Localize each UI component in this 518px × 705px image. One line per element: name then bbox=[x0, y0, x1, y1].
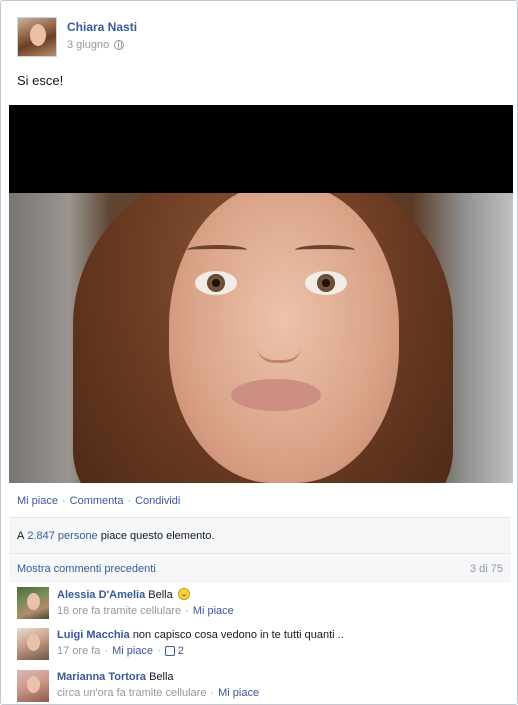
comment-time: 17 ore fa bbox=[57, 645, 101, 657]
photo-brow-left bbox=[187, 245, 247, 255]
comment-item: Alessia D'Amelia Bella 18 ore fa tramite… bbox=[9, 587, 511, 619]
photo-nose bbox=[257, 323, 301, 363]
post-header: Chiara Nasti 3 giugno bbox=[17, 17, 137, 57]
comment-likes-count[interactable]: 2 bbox=[164, 645, 184, 657]
avatar-face bbox=[30, 24, 46, 46]
photo-eye-right bbox=[305, 271, 347, 295]
comment-meta: circa un'ora fa tramite cellulare · Mi pia… bbox=[57, 687, 259, 699]
comment-like-link[interactable]: Mi piace bbox=[112, 645, 153, 657]
commenter-avatar[interactable] bbox=[17, 670, 49, 702]
photo-brow-right bbox=[295, 245, 355, 255]
separator: · bbox=[127, 495, 132, 507]
comment-counter: 3 di 75 bbox=[469, 562, 503, 575]
comment-link[interactable]: Commenta bbox=[70, 495, 124, 507]
post-meta: 3 giugno bbox=[67, 39, 137, 51]
photo-eye-left bbox=[195, 271, 237, 295]
comment-text: Bella bbox=[149, 671, 174, 683]
commenter-name-link[interactable]: Alessia D'Amelia bbox=[57, 589, 145, 601]
comment-item: Luigi Macchia non capisco cosa vedono in… bbox=[9, 628, 511, 660]
post-date-link[interactable]: 3 giugno bbox=[67, 39, 109, 51]
author-avatar[interactable] bbox=[17, 17, 57, 57]
photo-lips bbox=[231, 379, 321, 411]
commenter-name-link[interactable]: Luigi Macchia bbox=[57, 629, 130, 641]
separator: · bbox=[185, 605, 189, 617]
like-link[interactable]: Mi piace bbox=[17, 495, 58, 507]
comment-likes-number: 2 bbox=[177, 645, 184, 657]
comment-like-link[interactable]: Mi piace bbox=[218, 687, 259, 699]
comment-body: Marianna Tortora Bella circa un'ora fa t… bbox=[57, 670, 259, 702]
photo-image bbox=[9, 193, 513, 483]
likes-suffix: piace questo elemento. bbox=[100, 529, 215, 542]
feedback-area: A 2.847 persone piace questo elemento. M… bbox=[9, 517, 511, 583]
smile-icon bbox=[177, 588, 190, 600]
commenter-avatar[interactable] bbox=[17, 628, 49, 660]
separator: · bbox=[61, 495, 66, 507]
comment-meta: 18 ore fa tramite cellulare · Mi piace bbox=[57, 605, 234, 617]
comment-item: Marianna Tortora Bella circa un'ora fa t… bbox=[9, 670, 511, 702]
post-photo[interactable] bbox=[9, 105, 513, 483]
post-actions: Mi piace · Commenta · Condividi bbox=[17, 495, 180, 507]
comment-time: circa un'ora fa tramite cellulare bbox=[57, 687, 207, 699]
feed-post: Chiara Nasti 3 giugno Si esce! Mi piace ·… bbox=[0, 0, 518, 705]
avatar-face bbox=[27, 676, 40, 693]
comment-meta: 17 ore fa · Mi piace · 2 bbox=[57, 645, 344, 657]
commenter-avatar[interactable] bbox=[17, 587, 49, 619]
comment-body: Luigi Macchia non capisco cosa vedono in… bbox=[57, 628, 344, 660]
globe-icon[interactable] bbox=[114, 40, 125, 50]
comment-text: Bella bbox=[148, 589, 173, 601]
separator: · bbox=[104, 645, 109, 657]
likes-count-link[interactable]: 2.847 persone bbox=[27, 530, 97, 542]
avatar-face bbox=[27, 593, 40, 610]
post-text: Si esce! bbox=[17, 73, 64, 88]
comment-time: 18 ore fa tramite cellulare bbox=[57, 605, 182, 617]
separator: · bbox=[210, 687, 215, 699]
thumbs-up-icon bbox=[164, 646, 175, 656]
likes-summary: A 2.847 persone piace questo elemento. bbox=[9, 517, 511, 553]
separator: · bbox=[157, 645, 161, 657]
avatar-face bbox=[27, 634, 40, 651]
comment-body: Alessia D'Amelia Bella 18 ore fa tramite… bbox=[57, 587, 234, 619]
likes-prefix: A bbox=[17, 529, 25, 542]
commenter-name-link[interactable]: Marianna Tortora bbox=[57, 671, 146, 683]
comments-header: Mostra commenti precedenti 3 di 75 bbox=[9, 553, 511, 583]
post-header-text: Chiara Nasti 3 giugno bbox=[67, 17, 137, 57]
share-link[interactable]: Condividi bbox=[135, 495, 180, 507]
comment-like-link[interactable]: Mi piace bbox=[193, 605, 234, 617]
comment-text: non capisco cosa vedono in te tutti quan… bbox=[132, 629, 344, 641]
author-name-link[interactable]: Chiara Nasti bbox=[67, 20, 137, 34]
show-previous-comments-link[interactable]: Mostra commenti precedenti bbox=[17, 563, 156, 575]
